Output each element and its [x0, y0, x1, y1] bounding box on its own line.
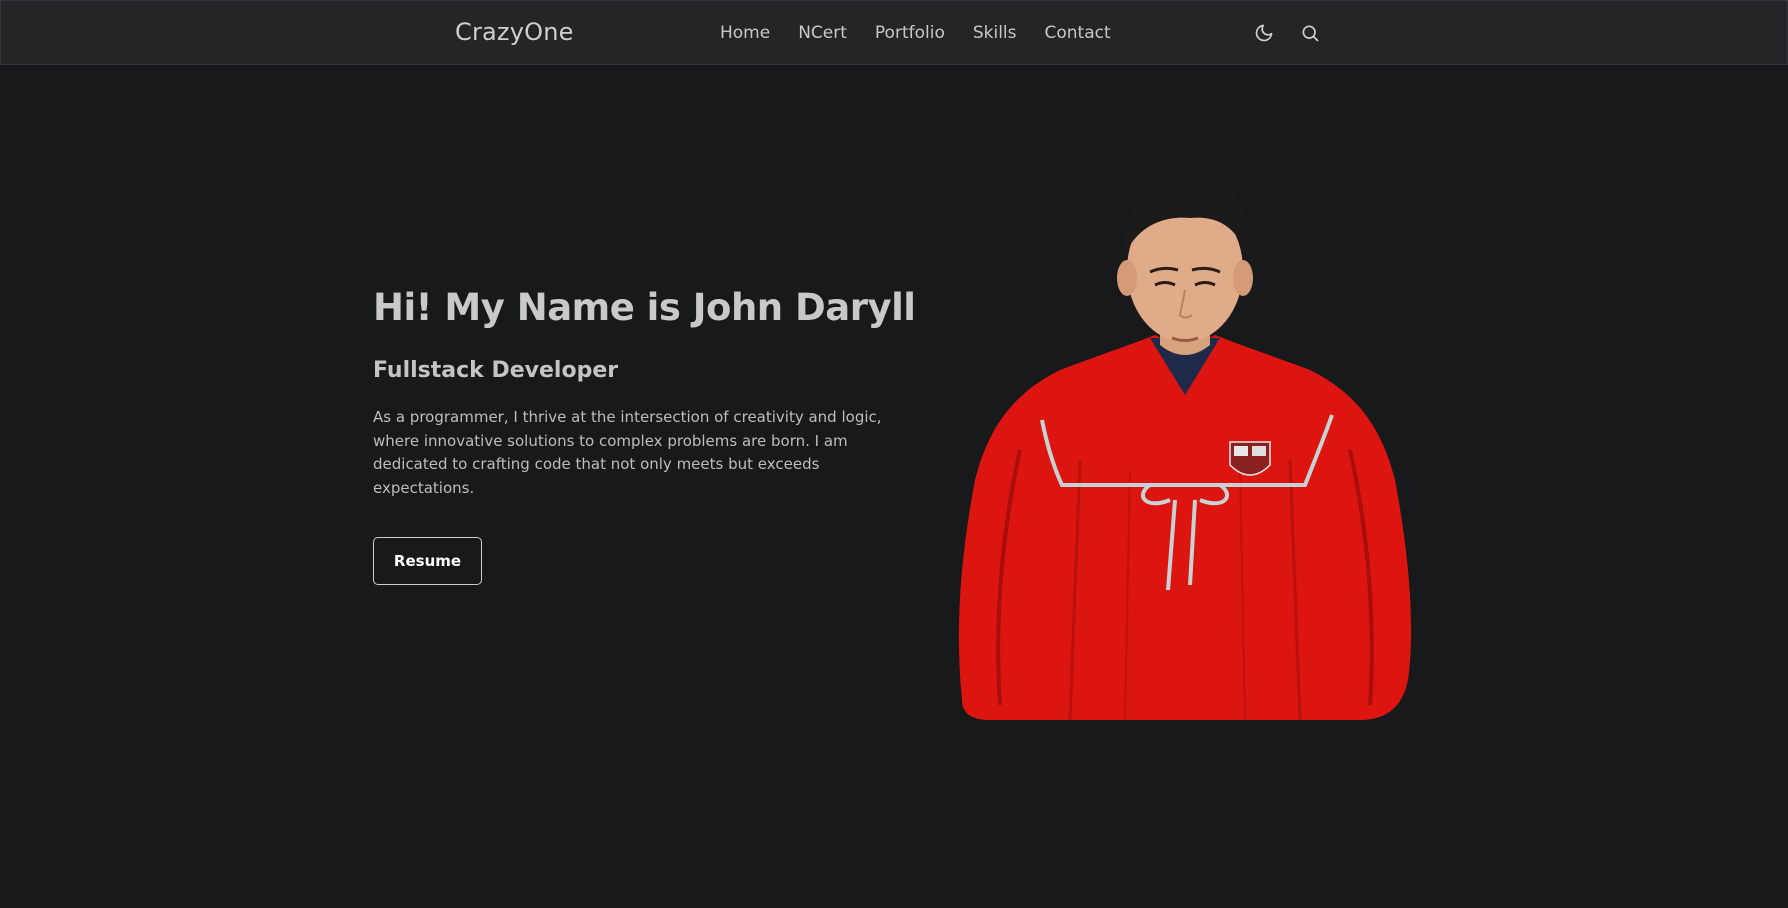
nav-item-ncert[interactable]: NCert — [798, 23, 847, 43]
hero-subtitle: Fullstack Developer — [373, 358, 619, 383]
site-header: CrazyOne Home NCert Portfolio Skills Con… — [0, 0, 1788, 65]
nav-item-portfolio[interactable]: Portfolio — [875, 23, 945, 43]
hero-description: As a programmer, I thrive at the interse… — [373, 408, 882, 497]
profile-portrait — [950, 160, 1420, 720]
portrait-illustration — [958, 172, 1412, 720]
resume-button[interactable]: Resume — [373, 537, 482, 585]
nav-item-home[interactable]: Home — [720, 23, 770, 43]
moon-icon[interactable] — [1254, 23, 1274, 43]
hero-title: Hi! My Name is John Daryll — [373, 286, 916, 329]
site-logo[interactable]: CrazyOne — [455, 18, 574, 46]
main-nav: Home NCert Portfolio Skills Contact — [720, 23, 1111, 43]
nav-item-contact[interactable]: Contact — [1045, 23, 1111, 43]
search-icon[interactable] — [1300, 23, 1320, 43]
nav-item-skills[interactable]: Skills — [973, 23, 1017, 43]
